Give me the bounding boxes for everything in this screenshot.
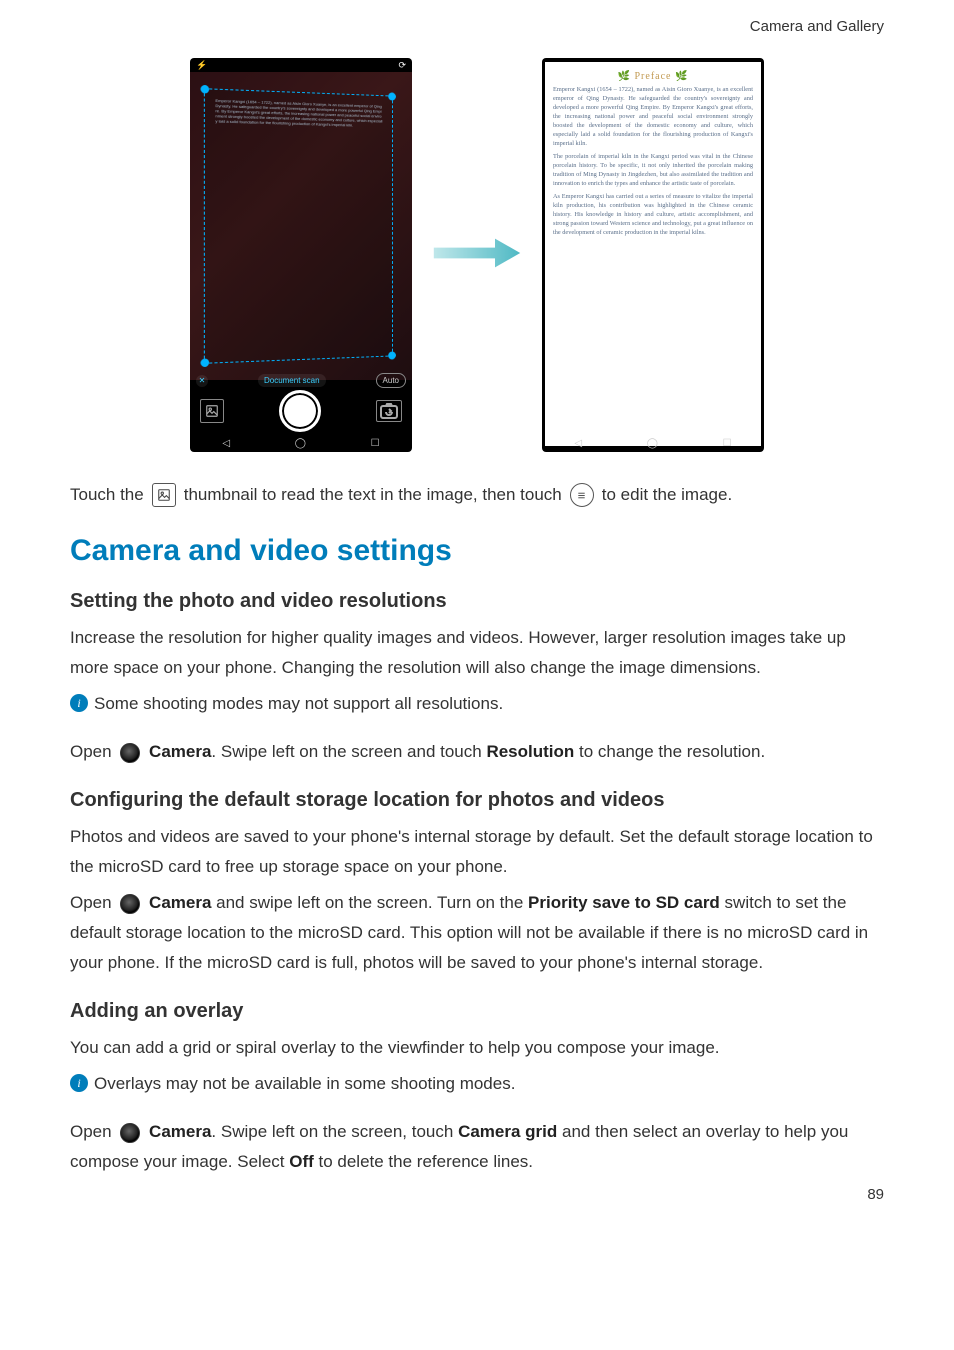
priority-label: Priority save to SD card (528, 893, 720, 912)
camera-app-icon (120, 894, 140, 914)
sub2-open-line: Open Camera and swipe left on the screen… (70, 888, 884, 978)
info-icon: i (70, 1074, 88, 1092)
sub3-heading: Adding an overlay (70, 1000, 884, 1023)
document-scan-outline: Emperor Kangxi (1654 – 1722), named as A… (204, 88, 393, 364)
scan-mode-label: Document scan (258, 374, 326, 387)
camera-app-icon (120, 1123, 140, 1143)
shutter-button (279, 390, 321, 432)
camera-switch-icon (376, 400, 402, 422)
page-header: Camera and Gallery (750, 18, 884, 35)
sub1-note-text: Some shooting modes may not support all … (94, 689, 503, 719)
preface-p2: The porcelain of imperial kiln in the Ka… (553, 152, 753, 188)
camera-grid-label: Camera grid (458, 1122, 557, 1141)
sub2-heading: Configuring the default storage location… (70, 789, 884, 812)
figure: ⚡ ⟳ Emperor Kangxi (1654 – 1722), named … (70, 58, 884, 452)
gallery-thumbnail-icon (200, 399, 224, 423)
preface-p3: As Emperor Kangxi has carried out a seri… (553, 192, 753, 237)
flash-icon: ⚡ (196, 60, 207, 71)
preface-p1: Emperor Kangxi (1654 – 1722), named as A… (553, 85, 753, 148)
camera-label: Camera (149, 742, 211, 761)
off-label: Off (289, 1152, 314, 1171)
page-number: 89 (867, 1186, 884, 1203)
caption-prefix: Touch the (70, 480, 144, 510)
sub2-para1: Photos and videos are saved to your phon… (70, 822, 884, 882)
phone-result-screenshot: 🌿 Preface 🌿 Emperor Kangxi (1654 – 1722)… (542, 58, 764, 452)
sub3-para: You can add a grid or spiral overlay to … (70, 1033, 884, 1063)
caption-suffix: to edit the image. (602, 480, 732, 510)
arrow-icon (432, 229, 522, 282)
refresh-icon: ⟳ (398, 60, 406, 71)
android-navbar: ◁◯☐ (190, 434, 412, 452)
phone-camera-screenshot: ⚡ ⟳ Emperor Kangxi (1654 – 1722), named … (190, 58, 412, 452)
camera-label: Camera (149, 1122, 211, 1141)
gallery-icon (152, 483, 176, 507)
info-icon: i (70, 694, 88, 712)
section-heading: Camera and video settings (70, 534, 884, 568)
sub3-open-line: Open Camera. Swipe left on the screen, t… (70, 1117, 884, 1177)
camera-label: Camera (149, 893, 211, 912)
auto-chip: Auto (376, 373, 406, 388)
caption-mid: thumbnail to read the text in the image,… (184, 480, 562, 510)
sub3-note-text: Overlays may not be available in some sh… (94, 1069, 515, 1099)
android-navbar: ◁◯☐ (542, 434, 764, 452)
sub1-heading: Setting the photo and video resolutions (70, 590, 884, 613)
caption-line: Touch the thumbnail to read the text in … (70, 480, 884, 510)
scanned-text-preview: Emperor Kangxi (1654 – 1722), named as A… (205, 89, 392, 136)
close-icon: ✕ (196, 375, 208, 387)
sub3-note: i Overlays may not be available in some … (70, 1069, 884, 1099)
sub1-note: i Some shooting modes may not support al… (70, 689, 884, 719)
sub1-open-line: Open Camera. Swipe left on the screen an… (70, 737, 884, 767)
edit-list-icon (570, 483, 594, 507)
preface-title: 🌿 Preface 🌿 (553, 72, 753, 81)
resolution-label: Resolution (486, 742, 574, 761)
camera-app-icon (120, 743, 140, 763)
sub1-para: Increase the resolution for higher quali… (70, 623, 884, 683)
